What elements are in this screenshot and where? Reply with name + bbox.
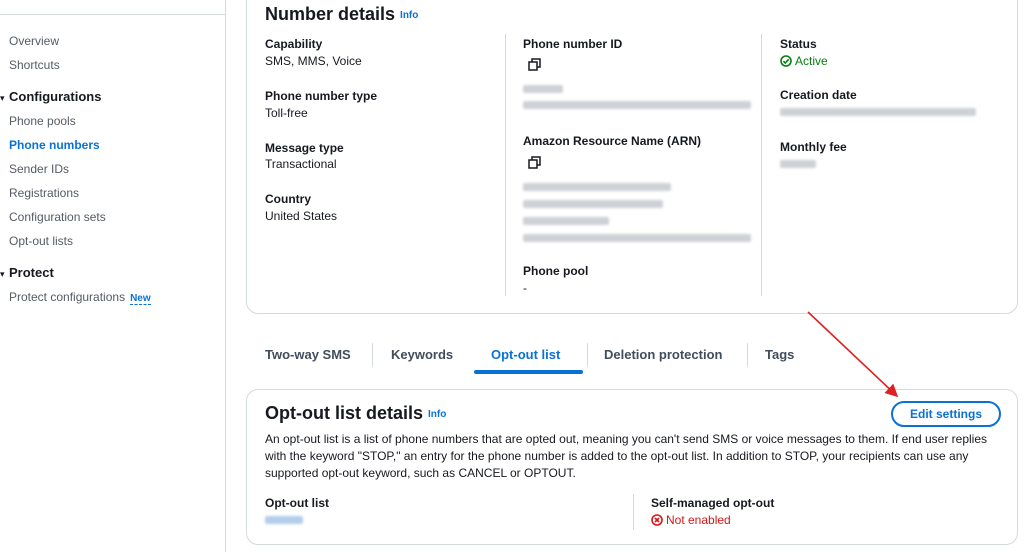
edit-settings-button[interactable]: Edit settings [891, 401, 1001, 427]
tab-separator [587, 343, 588, 367]
tab-separator [372, 343, 373, 367]
self-managed-status: Not enabled [651, 513, 731, 527]
redacted-value [523, 217, 609, 225]
status-badge: Active [780, 54, 828, 68]
info-link[interactable]: Info [428, 409, 446, 420]
country-value: United States [265, 209, 338, 223]
redacted-value [523, 85, 563, 93]
sidebar-item-shortcuts[interactable]: Shortcuts [9, 58, 60, 72]
sidebar-section-protect[interactable]: ▾ Protect [0, 265, 54, 280]
status-label: Status [780, 37, 817, 51]
redacted-value [523, 234, 751, 242]
arn-label: Amazon Resource Name (ARN) [523, 134, 702, 148]
sidebar-section-configurations[interactable]: ▾ Configurations [0, 89, 101, 104]
phone-number-id-label: Phone number ID [523, 37, 623, 51]
country-label: Country [265, 192, 311, 206]
opt-out-list-label: Opt-out list [265, 496, 329, 510]
sidebar-section-label: Configurations [9, 89, 102, 104]
sidebar-item-phone-pools[interactable]: Phone pools [9, 114, 76, 128]
sidebar-item-configuration-sets[interactable]: Configuration sets [9, 210, 106, 224]
redacted-value [523, 183, 671, 191]
redacted-value [523, 101, 751, 109]
redacted-value [523, 200, 663, 208]
sidebar-item-registrations[interactable]: Registrations [9, 186, 79, 200]
caret-down-icon: ▾ [0, 269, 5, 279]
check-circle-icon [780, 55, 792, 67]
sidebar: Overview Shortcuts ▾ Configurations Phone… [0, 0, 226, 552]
copy-icon[interactable] [528, 58, 542, 72]
new-badge[interactable]: New [130, 293, 151, 305]
message-type-value: Transactional [265, 157, 337, 171]
status-text: Active [795, 54, 828, 68]
active-tab-indicator [474, 370, 583, 374]
sidebar-item-phone-numbers[interactable]: Phone numbers [9, 138, 100, 152]
opt-out-description: An opt-out list is a list of phone numbe… [265, 432, 988, 480]
tab-opt-out-list[interactable]: Opt-out list [491, 347, 560, 362]
column-divider [633, 494, 634, 530]
tab-deletion-protection[interactable]: Deletion protection [604, 347, 722, 362]
sidebar-item-overview[interactable]: Overview [9, 34, 59, 48]
capability-value: SMS, MMS, Voice [265, 54, 362, 68]
section-title: Opt-out list details [265, 403, 424, 423]
redacted-value [780, 160, 816, 168]
capability-label: Capability [265, 37, 323, 51]
tab-tags[interactable]: Tags [765, 347, 794, 362]
copy-icon[interactable] [528, 156, 542, 170]
tab-keywords[interactable]: Keywords [391, 347, 453, 362]
sidebar-item-label: Protect configurations [9, 290, 126, 304]
column-divider [505, 34, 506, 296]
phone-pool-label: Phone pool [523, 264, 589, 278]
monthly-fee-label: Monthly fee [780, 140, 847, 154]
redacted-link[interactable] [265, 516, 303, 524]
self-managed-opt-out-label: Self-managed opt-out [651, 496, 775, 510]
message-type-label: Message type [265, 141, 344, 155]
redacted-value [780, 108, 976, 116]
sidebar-item-opt-out-lists[interactable]: Opt-out lists [9, 234, 73, 248]
column-divider [761, 34, 762, 296]
creation-date-label: Creation date [780, 88, 857, 102]
tab-two-way-sms[interactable]: Two-way SMS [265, 347, 351, 362]
page-title: Number details [265, 4, 396, 24]
sidebar-item-protect-configurations[interactable]: Protect configurations New [9, 290, 151, 305]
x-circle-icon [651, 514, 663, 526]
tab-separator [747, 343, 748, 367]
phone-pool-value: - [523, 281, 527, 295]
phone-number-type-value: Toll-free [265, 106, 308, 120]
phone-number-type-label: Phone number type [265, 89, 378, 103]
opt-out-heading: Opt-out list details Info [265, 403, 446, 424]
status-text: Not enabled [666, 513, 731, 527]
sidebar-item-sender-ids[interactable]: Sender IDs [9, 162, 69, 176]
number-details-card [246, 0, 1018, 314]
caret-down-icon: ▾ [0, 93, 5, 103]
sidebar-divider [0, 14, 226, 15]
sidebar-section-label: Protect [9, 265, 54, 280]
number-details-heading: Number details Info [265, 4, 418, 25]
info-link[interactable]: Info [400, 10, 418, 21]
